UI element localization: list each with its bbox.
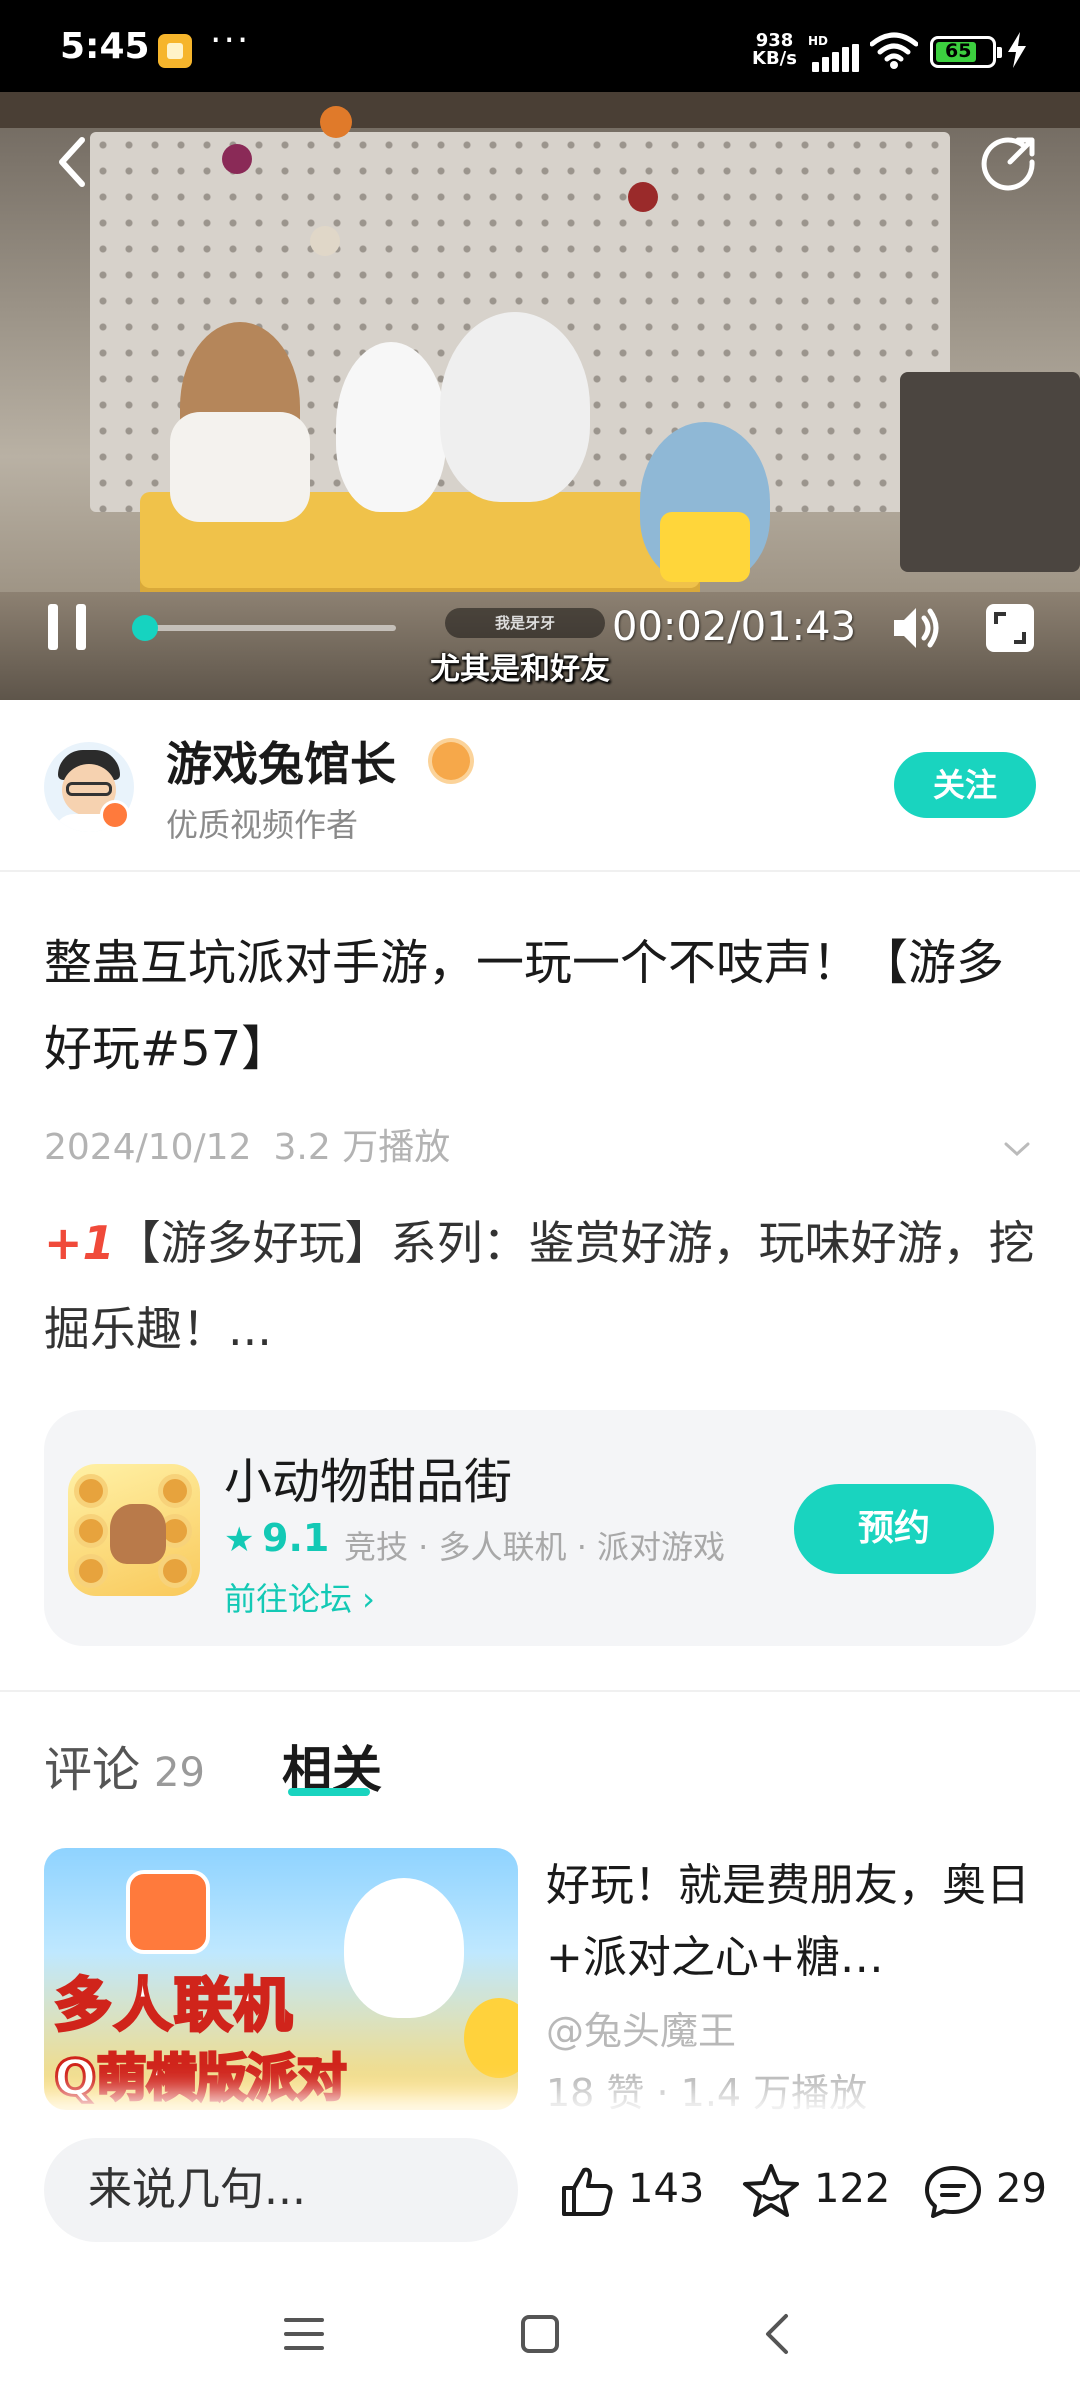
video-progress-knob[interactable] [132, 615, 159, 641]
follow-button[interactable]: 关注 [894, 752, 1036, 818]
thumbs-up-icon [562, 2167, 613, 2216]
chevron-down-icon[interactable] [1002, 1134, 1032, 1164]
status-time: 5:45 [60, 26, 150, 67]
post-description[interactable]: +1【游多好玩】系列：鉴赏好游，玩味好游，挖掘乐趣！... [44, 1200, 1044, 1372]
related-video-title[interactable]: 好玩！就是费朋友，奥日+派对之心+糖… [546, 1850, 1046, 1994]
comment-count: 29 [996, 2166, 1047, 2212]
star-icon: ★ [224, 1520, 255, 1560]
wifi-icon [870, 32, 918, 69]
forum-link[interactable]: 前往论坛 › [224, 1574, 375, 1620]
like-count: 143 [628, 2166, 705, 2212]
home-icon[interactable] [518, 2312, 562, 2356]
status-bar: 5:45 ··· 938 KB/s HD 65 [0, 0, 1080, 92]
video-subtitle: 尤其是和好友 [430, 652, 610, 687]
video-scene-shelf [0, 92, 1080, 128]
game-card[interactable]: 小动物甜品街 ★ 9.1 竞技 · 多人联机 · 派对游戏 前往论坛 › 预约 [44, 1410, 1036, 1646]
video-progress-bar[interactable] [132, 615, 396, 641]
network-speed: 938 KB/s [752, 32, 797, 68]
game-app-icon-small [126, 1870, 210, 1954]
game-score: 9.1 [262, 1516, 330, 1560]
section-divider [0, 1690, 1080, 1692]
video-time: 00:02/01:43 [612, 604, 857, 650]
comment-bubble-icon [925, 2166, 981, 2218]
volume-icon[interactable] [888, 600, 944, 656]
game-tags: 竞技 · 多人联机 · 派对游戏 [344, 1528, 726, 1566]
related-video-stats: 18 赞 · 1.4 万播放 [546, 2071, 868, 2115]
menu-icon[interactable] [282, 2312, 326, 2356]
like-button[interactable]: 143 [556, 2162, 706, 2222]
thumbnail-caption-line1: 多人联机 [52, 1970, 295, 2041]
network-speed-unit: KB/s [752, 48, 797, 69]
video-subtitle-pill: 我是牙牙 [445, 608, 605, 638]
share-icon[interactable] [980, 132, 1040, 192]
thumbnail-caption-line2: Q萌横版派对 [53, 2048, 349, 2109]
pause-icon[interactable] [46, 602, 96, 652]
tab-active-indicator [288, 1788, 370, 1796]
author-subtitle: 优质视频作者 [166, 806, 359, 844]
post-plays: 3.2 万播放 [273, 1127, 451, 1168]
verified-badge-icon [100, 800, 130, 830]
fullscreen-icon[interactable] [982, 600, 1038, 656]
video-scene-holder [900, 372, 1080, 572]
notification-app-icon [158, 34, 192, 68]
post-meta: 2024/10/12 3.2 万播放 [44, 1118, 450, 1170]
video-player[interactable]: 我是牙牙 尤其是和好友 00:02/01:43 [0, 92, 1080, 700]
more-notifications-icon: ··· [210, 20, 251, 61]
plus-one-icon: +1 [44, 1216, 115, 1270]
related-video-thumbnail[interactable]: 多人联机 Q萌横版派对 [44, 1848, 518, 2110]
author-medal-icon [432, 742, 470, 780]
game-name[interactable]: 小动物甜品街 [224, 1442, 512, 1512]
cellular-signal-icon [812, 44, 860, 72]
star-outline-icon [743, 2164, 799, 2217]
comment-button[interactable]: 29 [922, 2162, 1052, 2222]
post-description-text: 【游多好玩】系列：鉴赏好游，玩味好游，挖掘乐趣！... [44, 1216, 1035, 1356]
author-name[interactable]: 游戏兔馆长 [166, 728, 396, 794]
comment-input[interactable]: 来说几句... [44, 2138, 518, 2242]
bottom-action-bar: 来说几句... 143 122 29 [0, 2110, 1080, 2274]
post-date: 2024/10/12 [44, 1127, 252, 1168]
system-nav-bar [0, 2274, 1080, 2400]
charging-icon [1008, 32, 1026, 68]
favorite-count: 122 [814, 2166, 891, 2212]
reserve-button[interactable]: 预约 [794, 1484, 994, 1574]
battery-level: 65 [945, 40, 972, 62]
author-row: 游戏兔馆长 优质视频作者 关注 [0, 700, 1080, 872]
tab-comments-label: 评论 [44, 1742, 141, 1798]
tab-comments[interactable]: 评论 29 [44, 1730, 205, 1800]
game-app-icon[interactable] [68, 1464, 200, 1596]
back-arrow-icon[interactable] [52, 132, 92, 192]
tab-comments-count: 29 [154, 1750, 205, 1796]
post-title: 整蛊互坑派对手游，一玩一个不吱声！【游多好玩#57】 [44, 935, 1005, 1077]
favorite-button[interactable]: 122 [740, 2162, 890, 2222]
related-video-author[interactable]: @兔头魔王 [546, 2000, 736, 2055]
back-icon[interactable] [756, 2312, 800, 2356]
battery-icon: 65 [930, 36, 1002, 68]
